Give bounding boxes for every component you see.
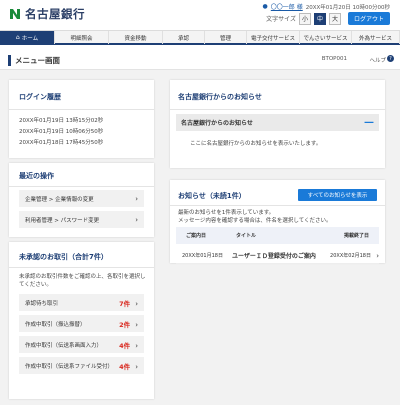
chevron-right-icon: › xyxy=(135,320,138,329)
pending-item-label: 承認待ち取引 xyxy=(25,300,59,307)
chevron-right-icon: › xyxy=(135,341,138,350)
nav-item-statements[interactable]: 明細照会 xyxy=(55,31,109,44)
nav-item-transfer[interactable]: 資金移動 xyxy=(109,31,163,44)
recent-op-item[interactable]: 企業管理 > 企業情報の変更 › xyxy=(19,190,144,207)
notice-title-link[interactable]: ユーザーＩＤ登録受付のご案内 xyxy=(228,251,323,260)
chevron-right-icon: › xyxy=(135,299,138,308)
title-accent-bar xyxy=(8,55,11,66)
nav-item-label: 承認 xyxy=(177,35,189,42)
column-header-date: ご案内日 xyxy=(186,233,207,239)
bank-logo-icon xyxy=(10,9,20,19)
divider xyxy=(9,267,154,268)
show-all-notices-button[interactable]: すべてのお知らせを表示 xyxy=(298,189,377,201)
login-history-entry: 20XX年01月18日 17時45分50秒 xyxy=(19,140,104,146)
nav-item-approval[interactable]: 承認 xyxy=(163,31,205,44)
pending-panel: 未承認のお取引（合計7件） 未承認のお取引件数をご確認の上、各取引を選択してくだ… xyxy=(9,242,154,399)
pending-item[interactable]: 作成中取引（伝送系ファイル受付） 4件 › xyxy=(19,357,144,374)
font-size-medium-button[interactable]: 中 xyxy=(313,12,326,25)
pending-title: 未承認のお取引（合計7件） xyxy=(19,253,108,261)
notices-message-line: メッセージ内容を確認する場合は、件名を選択してください。 xyxy=(178,218,332,224)
nav-item-label: 外為サービス xyxy=(358,35,392,42)
nav-item-label: 資金移動 xyxy=(124,35,147,42)
pending-list: 承認待ち取引 7件 › 作成中取引（振込振替） 2件 › 作成中取引（伝送系画面入力… xyxy=(9,294,154,378)
user-info: ● 〇〇一郎 様 20XX年01月20日 10時00分00秒 xyxy=(263,2,390,11)
last-login-time: 20XX年01月20日 10時00分00秒 xyxy=(305,4,390,11)
login-history-list: 20XX年01月19日 13時15分02秒 20XX年01月19日 10時06分… xyxy=(19,116,103,149)
recent-ops-panel: 最近の操作 企業管理 > 企業情報の変更 › 利用者管理 > パスワード変更 › xyxy=(9,163,154,237)
nav-item-home[interactable]: ⌂ ホーム xyxy=(0,31,55,44)
divider xyxy=(9,109,154,110)
pending-item[interactable]: 承認待ち取引 7件 › xyxy=(19,294,144,311)
pending-description: 未承認のお取引件数をご確認の上、各取引を選択してください。 xyxy=(19,274,146,288)
help-link[interactable]: ヘルプ xyxy=(369,56,386,64)
home-icon: ⌂ xyxy=(15,34,20,41)
notices-table-header: ご案内日 タイトル 掲載終了日 xyxy=(176,227,379,244)
page-title-bar: メニュー画面 BTOP001 ヘルプ ? xyxy=(0,50,400,70)
recent-op-label: 利用者管理 > パスワード変更 xyxy=(25,217,100,224)
pending-count: 7件 xyxy=(119,299,131,308)
pending-item-label: 作成中取引（伝送系ファイル受付） xyxy=(25,363,114,370)
login-history-title: ログイン履歴 xyxy=(19,93,61,101)
screen-code: BTOP001 xyxy=(321,56,347,62)
nav-item-e-delivery[interactable]: 電子交付サービス xyxy=(247,31,300,44)
pending-item-label: 作成中取引（振込振替） xyxy=(25,321,86,328)
login-history-entry: 20XX年01月19日 13時15分02秒 xyxy=(19,118,104,124)
logout-button[interactable]: ログアウト xyxy=(347,12,390,25)
pending-item[interactable]: 作成中取引（伝送系画面入力） 4件 › xyxy=(19,336,144,353)
header: 名古屋銀行 ● 〇〇一郎 様 20XX年01月20日 10時00分00秒 文字サ… xyxy=(0,0,400,30)
nav-item-densai[interactable]: でんさいサービス xyxy=(300,31,352,44)
global-nav: ⌂ ホーム 明細照会 資金移動 承認 管理 電子交付サービス でんさいサービス … xyxy=(0,30,400,45)
pending-count: 2件 xyxy=(119,320,131,329)
nav-item-label: ホーム xyxy=(21,35,39,42)
help-icon[interactable]: ? xyxy=(387,55,394,62)
table-row[interactable]: 20XX年01月18日 ユーザーＩＤ登録受付のご案内 20XX年02月18日 › xyxy=(176,248,379,264)
recent-ops-list: 企業管理 > 企業情報の変更 › 利用者管理 > パスワード変更 › xyxy=(9,190,154,232)
divider xyxy=(170,205,385,206)
user-name-link[interactable]: 〇〇一郎 様 xyxy=(271,2,303,11)
column-header-title: タイトル xyxy=(236,233,257,239)
page-title: メニュー画面 xyxy=(15,56,60,65)
font-size-large-button[interactable]: 大 xyxy=(328,12,341,25)
recent-op-item[interactable]: 利用者管理 > パスワード変更 › xyxy=(19,211,144,228)
chevron-right-icon: › xyxy=(376,251,379,260)
chevron-right-icon: › xyxy=(135,215,138,224)
recent-op-label: 企業管理 > 企業情報の変更 xyxy=(25,196,94,203)
divider xyxy=(9,186,154,187)
divider xyxy=(170,109,385,110)
notice-date: 20XX年01月18日 xyxy=(182,253,223,259)
nav-item-label: 管理 xyxy=(219,35,231,42)
pending-count: 4件 xyxy=(119,341,131,350)
nav-item-management[interactable]: 管理 xyxy=(205,31,247,44)
bank-notice-body: ここに名古屋銀行からのお知らせを表示いたします。 xyxy=(190,141,322,147)
user-icon: ● xyxy=(262,3,268,10)
font-size-small-button[interactable]: 小 xyxy=(298,12,311,25)
nav-item-label: でんさいサービス xyxy=(303,35,348,42)
notice-end-date: 20XX年02月18日 xyxy=(330,253,371,259)
chevron-right-icon: › xyxy=(135,362,138,371)
nav-item-label: 明細照会 xyxy=(70,35,93,42)
bank-notice-accordion-header[interactable]: 名古屋銀行からのお知らせ — xyxy=(176,114,379,131)
recent-ops-title: 最近の操作 xyxy=(19,172,54,180)
pending-item[interactable]: 作成中取引（振込振替） 2件 › xyxy=(19,315,144,332)
pending-count: 4件 xyxy=(119,362,131,371)
notices-panel: お知らせ（未読1件） すべてのお知らせを表示 最新のお知らせを1件表示しています… xyxy=(170,180,385,264)
column-header-end-date: 掲載終了日 xyxy=(343,233,369,239)
notices-message-line: 最新のお知らせを1件表示しています。 xyxy=(178,210,275,216)
bank-notice-panel: 名古屋銀行からのお知らせ 名古屋銀行からのお知らせ — ここに名古屋銀行からのお… xyxy=(170,80,385,168)
bank-notice-section-label: 名古屋銀行からのお知らせ xyxy=(181,120,253,127)
minus-icon[interactable]: — xyxy=(364,117,374,128)
nav-item-forex[interactable]: 外為サービス xyxy=(352,31,400,44)
pending-item-label: 作成中取引（伝送系画面入力） xyxy=(25,342,103,349)
main-content: ログイン履歴 20XX年01月19日 13時15分02秒 20XX年01月19日… xyxy=(0,70,400,405)
font-size-label: 文字サイズ xyxy=(266,16,296,23)
bank-logo-text: 名古屋銀行 xyxy=(25,7,85,21)
notices-title: お知らせ（未読1件） xyxy=(178,192,246,200)
nav-item-label: 電子交付サービス xyxy=(250,35,295,42)
login-history-entry: 20XX年01月19日 10時06分50秒 xyxy=(19,129,104,135)
bank-notice-title: 名古屋銀行からのお知らせ xyxy=(178,93,262,101)
chevron-right-icon: › xyxy=(135,194,138,203)
notices-message: 最新のお知らせを1件表示しています。 メッセージ内容を確認する場合は、件名を選択… xyxy=(178,209,332,225)
login-history-panel: ログイン履歴 20XX年01月19日 13時15分02秒 20XX年01月19日… xyxy=(9,80,154,158)
header-controls: 文字サイズ 小 中 大 ログアウト xyxy=(266,12,390,25)
